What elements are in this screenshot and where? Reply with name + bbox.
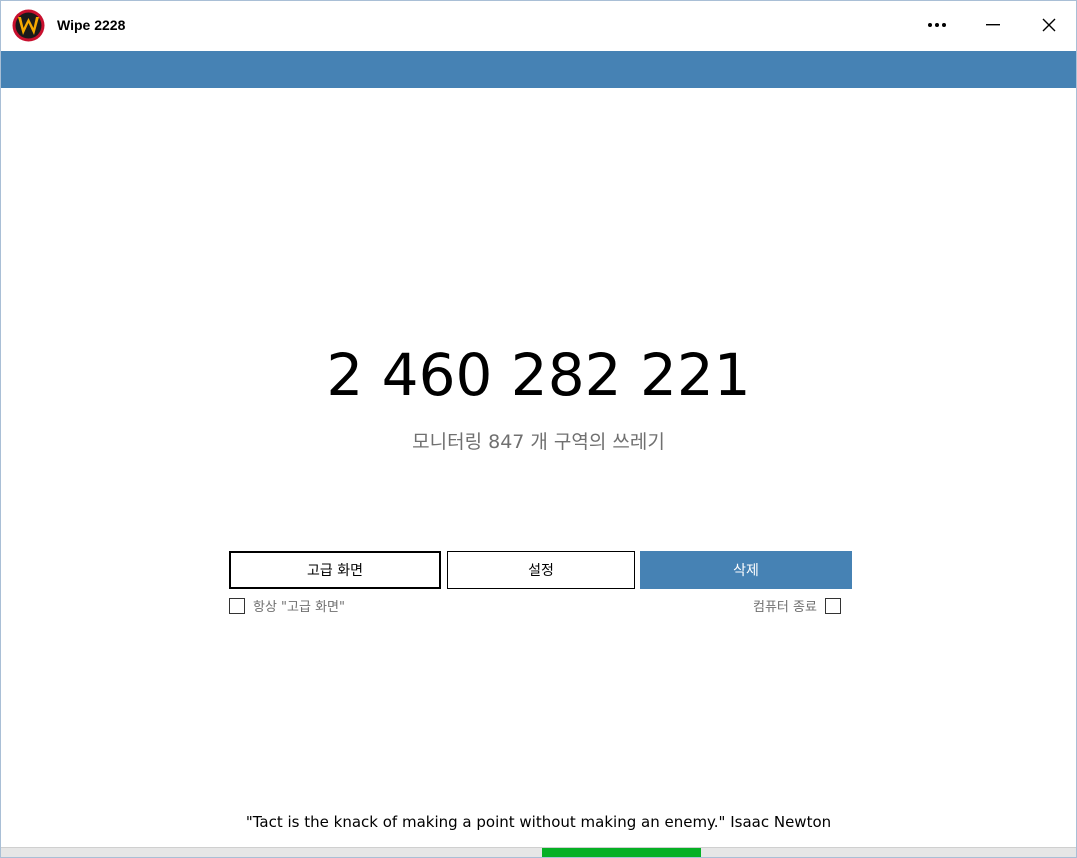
always-advanced-label: 항상 "고급 화면" [253, 600, 345, 615]
footer-quote: "Tact is the knack of making a point wit… [245, 813, 832, 831]
junk-summary: 모니터링 847 개 구역의 쓰레기 [412, 431, 665, 453]
shutdown-checkbox[interactable] [824, 597, 841, 614]
delete-button[interactable]: 삭제 [640, 551, 852, 589]
app-window: Wipe 2228 2 460 282 221 모니터링 847 개 구역의 쓰… [0, 0, 1077, 858]
junk-count: 2 460 282 221 [326, 341, 751, 409]
shutdown-label: 컴퓨터 종료 [753, 600, 817, 615]
always-advanced-checkbox[interactable] [229, 597, 245, 614]
wipe-logo-icon [12, 9, 45, 42]
minimize-button[interactable] [975, 7, 1011, 43]
header-banner [1, 51, 1076, 88]
always-advanced-option[interactable]: 항상 "고급 화면" [229, 597, 345, 615]
more-horizontal-icon [928, 23, 946, 27]
minimize-icon [986, 24, 1000, 26]
settings-button[interactable]: 설정 [447, 551, 635, 589]
activity-progress-bar [1, 847, 1076, 857]
advanced-view-button[interactable]: 고급 화면 [229, 551, 441, 589]
close-button[interactable] [1031, 7, 1067, 43]
more-options-button[interactable] [919, 7, 955, 43]
title-bar[interactable]: Wipe 2228 [1, 1, 1076, 51]
close-icon [1042, 18, 1056, 32]
progress-fill [542, 848, 701, 857]
shutdown-option[interactable]: 컴퓨터 종료 [753, 597, 841, 615]
app-title: Wipe 2228 [57, 17, 126, 33]
